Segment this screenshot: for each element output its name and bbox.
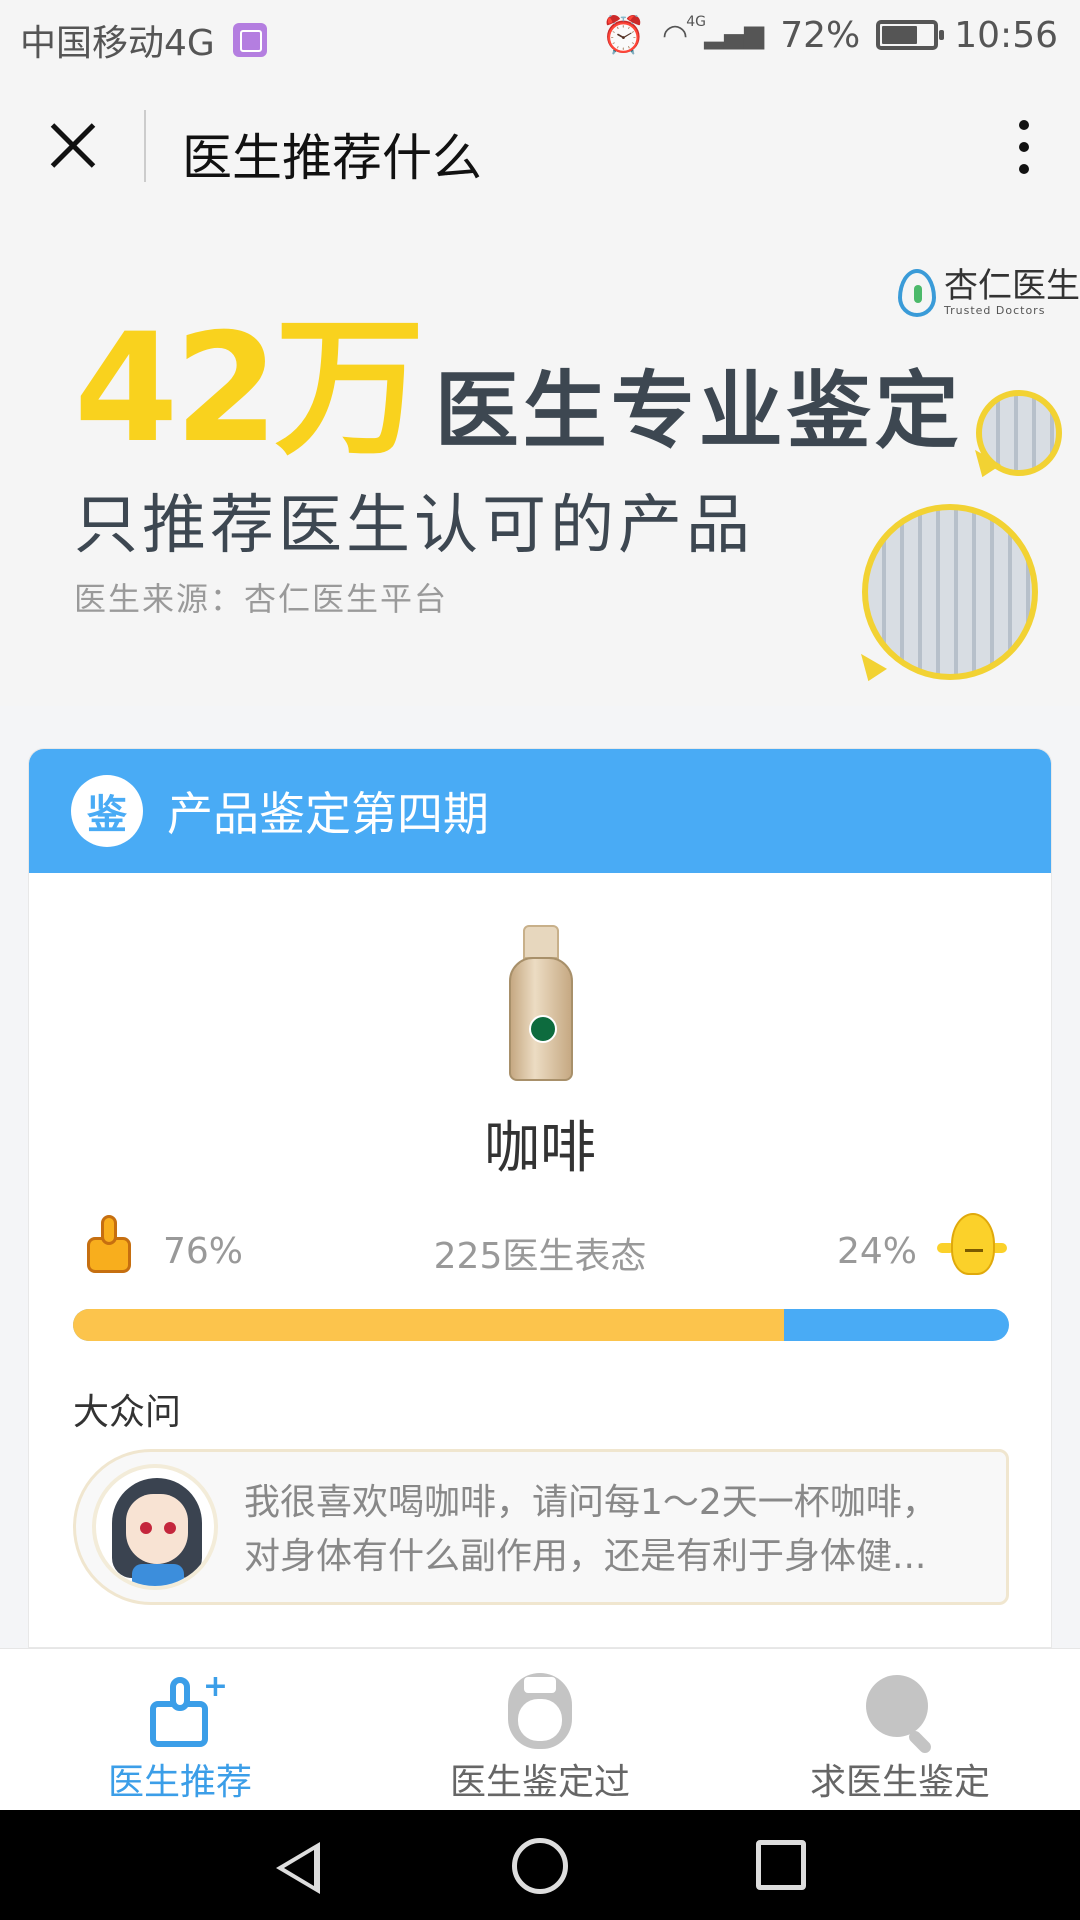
tab-label: 医生鉴定过 <box>449 1762 630 1803</box>
banner-headline: 42万 医生专业鉴定 <box>74 314 963 465</box>
banner-subtitle: 只推荐医生认可的产品 <box>74 489 754 563</box>
disapprove-percent: 24% <box>836 1231 917 1272</box>
bottom-tab-bar: + 医生推荐 医生鉴定过 求医生鉴定 <box>0 1648 1080 1810</box>
question-line-2: 对身体有什么副作用，还是有利于身体健... <box>244 1536 927 1577</box>
system-nav-bar <box>0 1810 1080 1920</box>
title-divider <box>144 110 146 182</box>
more-vertical-icon[interactable] <box>994 112 1054 182</box>
alarm-icon: ⏰ <box>601 15 647 56</box>
brand-name: 杏仁医生 <box>944 266 1080 306</box>
doctor-icon <box>502 1673 578 1749</box>
close-icon[interactable] <box>38 110 108 180</box>
vote-ratio-bar <box>73 1309 1009 1341</box>
tab-doctor-reviewed[interactable]: 医生鉴定过 <box>360 1649 720 1810</box>
tab-request-review[interactable]: 求医生鉴定 <box>720 1649 1080 1810</box>
brand-logo: 杏仁医生 Trusted Doctors <box>898 268 1080 317</box>
home-icon[interactable] <box>512 1838 568 1894</box>
avatar <box>92 1464 218 1590</box>
seal-icon: 鉴 <box>71 775 143 847</box>
doctor-count: 42万 <box>74 302 425 476</box>
network-label: 4G <box>686 14 706 30</box>
battery-percent: 72% <box>780 14 861 56</box>
title-bar: 医生推荐什么 <box>0 74 1080 214</box>
approve-bar-fill <box>73 1309 785 1341</box>
product-name: 咖啡 <box>484 1116 596 1181</box>
status-bar: 中国移动4G ⏰ ◠ 4G ▂▄▆ 72% 10:56 <box>0 0 1080 74</box>
question-text: 我很喜欢喝咖啡，请问每1～2天一杯咖啡， 对身体有什么副作用，还是有利于身体健.… <box>244 1476 984 1584</box>
image-icon <box>232 23 267 57</box>
meh-icon <box>937 1213 1007 1277</box>
doctor-photos-large <box>862 504 1038 680</box>
leaf-icon <box>898 268 936 317</box>
thumbs-up-plus-icon: + <box>142 1669 228 1749</box>
card-header: 鉴 产品鉴定第四期 <box>29 749 1051 873</box>
banner-source: 医生来源：杏仁医生平台 <box>74 580 449 618</box>
carrier-label: 中国移动4G <box>20 23 215 64</box>
public-question-label: 大众问 <box>73 1392 182 1433</box>
promo-banner[interactable]: 杏仁医生 Trusted Doctors 42万 医生专业鉴定 只推荐医生认可的… <box>0 214 1080 706</box>
tab-label: 医生推荐 <box>107 1762 252 1803</box>
back-icon[interactable] <box>276 1842 320 1894</box>
product-card[interactable]: 鉴 产品鉴定第四期 咖啡 76% 225医生表态 24% 大众问 我很喜欢喝咖啡… <box>28 748 1052 1648</box>
page-title: 医生推荐什么 <box>182 129 482 187</box>
clock: 10:56 <box>954 14 1058 56</box>
battery-level <box>882 26 918 44</box>
question-line-1: 我很喜欢喝咖啡，请问每1～2天一杯咖啡， <box>244 1482 938 1523</box>
headline-text: 医生专业鉴定 <box>434 362 963 460</box>
tab-doctor-recommend[interactable]: + 医生推荐 <box>0 1649 360 1810</box>
wifi-icon: ◠ <box>662 17 689 53</box>
vote-summary: 76% 225医生表态 24% <box>29 1213 1051 1293</box>
card-title: 产品鉴定第四期 <box>167 787 489 841</box>
tab-label: 求医生鉴定 <box>809 1762 990 1803</box>
search-icon <box>862 1673 938 1756</box>
brand-tagline: Trusted Doctors <box>944 304 1046 317</box>
question-item[interactable]: 我很喜欢喝咖啡，请问每1～2天一杯咖啡， 对身体有什么副作用，还是有利于身体健.… <box>73 1449 1009 1605</box>
coffee-bottle-image <box>509 925 573 1081</box>
recent-apps-icon[interactable] <box>756 1840 806 1890</box>
battery-icon <box>876 20 945 50</box>
signal-icon: 4G ▂▄▆ <box>686 14 765 50</box>
doctor-photos-small <box>976 390 1062 476</box>
